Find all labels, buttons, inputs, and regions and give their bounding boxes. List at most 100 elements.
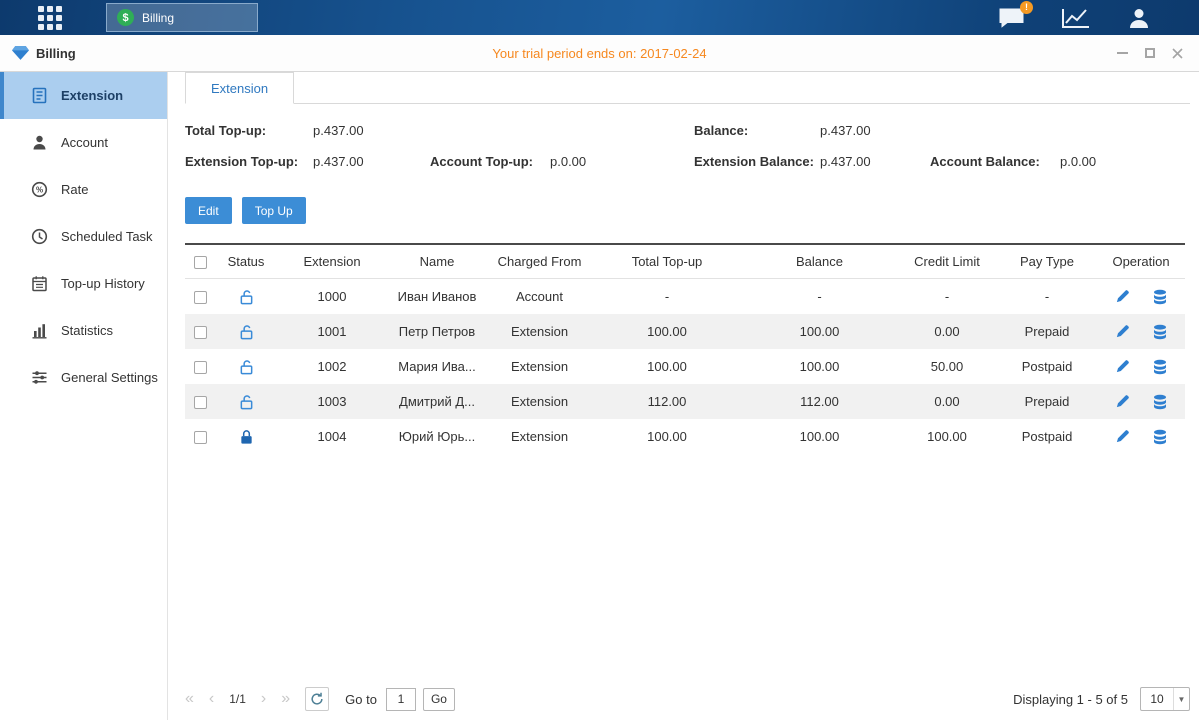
edit-icon[interactable] (1115, 429, 1130, 444)
credit-limit-cell: 50.00 (897, 359, 997, 374)
trial-notice: Your trial period ends on: 2017-02-24 (0, 46, 1199, 61)
page-size-dropdown[interactable]: 10 ▼ (1140, 687, 1190, 711)
edit-icon[interactable] (1115, 289, 1130, 304)
goto-page-input[interactable] (386, 688, 416, 711)
account-topup-label: Account Top-up: (430, 154, 550, 169)
maximize-icon[interactable] (1145, 47, 1155, 59)
select-all-checkbox[interactable] (194, 256, 207, 269)
sidebar-item-statistics[interactable]: Statistics (0, 307, 167, 354)
sidebar-item-rate[interactable]: % Rate (0, 166, 167, 213)
column-header: Pay Type (997, 254, 1097, 269)
window-title: Billing (36, 46, 76, 61)
billing-app-tab[interactable]: $ Billing (106, 3, 258, 32)
row-checkbox[interactable] (194, 431, 207, 444)
column-header: Credit Limit (897, 254, 997, 269)
edit-icon[interactable] (1115, 394, 1130, 409)
topup-record-icon[interactable] (1152, 324, 1168, 340)
total-topup-cell: 100.00 (592, 429, 742, 444)
pay-type-cell: Prepaid (997, 394, 1097, 409)
name-cell: Петр Петров (387, 324, 487, 339)
table-row[interactable]: 1002 Мария Ива... Extension 100.00 100.0… (185, 349, 1185, 384)
extension-balance-value: p.437.00 (820, 154, 930, 169)
edit-icon[interactable] (1115, 324, 1130, 339)
bar-chart-icon (30, 322, 48, 340)
row-checkbox[interactable] (194, 326, 207, 339)
pagination-bar: « ‹ 1/1 › » Go to Go Displaying 1 - 5 of… (185, 686, 1190, 712)
table-row[interactable]: 1000 Иван Иванов Account - - - - (185, 279, 1185, 314)
sidebar-item-label: Scheduled Task (61, 229, 153, 244)
app-grid-icon[interactable] (38, 6, 62, 30)
edit-button[interactable]: Edit (185, 197, 232, 224)
first-page-icon[interactable]: « (185, 691, 194, 707)
row-checkbox[interactable] (194, 396, 207, 409)
topup-record-icon[interactable] (1152, 359, 1168, 375)
total-topup-value: p.437.00 (313, 123, 430, 138)
sidebar-item-topup-history[interactable]: Top-up History (0, 260, 167, 307)
topup-record-icon[interactable] (1152, 394, 1168, 410)
sidebar-item-label: Top-up History (61, 276, 145, 291)
row-checkbox[interactable] (194, 361, 207, 374)
goto-label: Go to (345, 692, 377, 707)
unlocked-icon (239, 359, 254, 375)
balance-cell: 100.00 (742, 324, 897, 339)
unlocked-icon (239, 394, 254, 410)
tab-extension[interactable]: Extension (185, 72, 294, 104)
table-header: StatusExtensionNameCharged FromTotal Top… (185, 243, 1185, 279)
statistics-chart-icon[interactable] (1061, 7, 1091, 29)
edit-icon[interactable] (1115, 359, 1130, 374)
column-header: Balance (742, 254, 897, 269)
balance-label: Balance: (694, 123, 820, 138)
sidebar-item-account[interactable]: Account (0, 119, 167, 166)
topup-record-icon[interactable] (1152, 429, 1168, 445)
table-row[interactable]: 1004 Юрий Юрь... Extension 100.00 100.00… (185, 419, 1185, 454)
page-indicator: 1/1 (229, 692, 246, 706)
sidebar-item-label: Rate (61, 182, 88, 197)
row-checkbox[interactable] (194, 291, 207, 304)
credit-limit-cell: 100.00 (897, 429, 997, 444)
sidebar-item-extension[interactable]: Extension (0, 72, 167, 119)
credit-limit-cell: 0.00 (897, 324, 997, 339)
minimize-icon[interactable] (1117, 47, 1128, 59)
sidebar: Extension Account % Rate Scheduled Task … (0, 72, 168, 720)
sidebar-item-label: Account (61, 135, 108, 150)
extension-balance-label: Extension Balance: (694, 154, 820, 169)
account-topup-value: p.0.00 (550, 154, 694, 169)
notifications-chat-icon[interactable]: ! (998, 7, 1025, 29)
total-topup-cell: 112.00 (592, 394, 742, 409)
prev-page-icon[interactable]: ‹ (209, 691, 214, 707)
name-cell: Юрий Юрь... (387, 429, 487, 444)
table-row[interactable]: 1001 Петр Петров Extension 100.00 100.00… (185, 314, 1185, 349)
main-content: Extension Total Top-up: p.437.00 Balance… (168, 72, 1199, 720)
column-header: Extension (277, 254, 387, 269)
column-header: Operation (1097, 254, 1185, 269)
total-topup-cell: 100.00 (592, 359, 742, 374)
unlocked-icon (239, 324, 254, 340)
close-icon[interactable] (1172, 47, 1183, 59)
sidebar-item-scheduled-task[interactable]: Scheduled Task (0, 213, 167, 260)
next-page-icon[interactable]: › (261, 691, 266, 707)
page-size-value: 10 (1141, 692, 1173, 706)
charged-from-cell: Account (487, 289, 592, 304)
person-icon (30, 134, 48, 152)
rate-icon: % (30, 181, 48, 199)
extension-topup-value: p.437.00 (313, 154, 430, 169)
name-cell: Мария Ива... (387, 359, 487, 374)
clock-icon (30, 228, 48, 246)
pay-type-cell: Postpaid (997, 359, 1097, 374)
last-page-icon[interactable]: » (281, 691, 290, 707)
topup-record-icon[interactable] (1152, 289, 1168, 305)
table-row[interactable]: 1003 Дмитрий Д... Extension 112.00 112.0… (185, 384, 1185, 419)
user-account-icon[interactable] (1127, 6, 1151, 30)
sidebar-item-general-settings[interactable]: General Settings (0, 354, 167, 401)
refresh-icon[interactable] (305, 687, 329, 711)
topup-button[interactable]: Top Up (242, 197, 306, 224)
account-balance-value: p.0.00 (1060, 154, 1190, 169)
column-header: Charged From (487, 254, 592, 269)
go-button[interactable]: Go (423, 688, 455, 711)
displaying-info: Displaying 1 - 5 of 5 (1013, 692, 1128, 707)
sliders-icon (30, 369, 48, 387)
column-header: Total Top-up (592, 254, 742, 269)
locked-icon (239, 429, 254, 445)
extension-list-icon (30, 87, 48, 105)
charged-from-cell: Extension (487, 394, 592, 409)
